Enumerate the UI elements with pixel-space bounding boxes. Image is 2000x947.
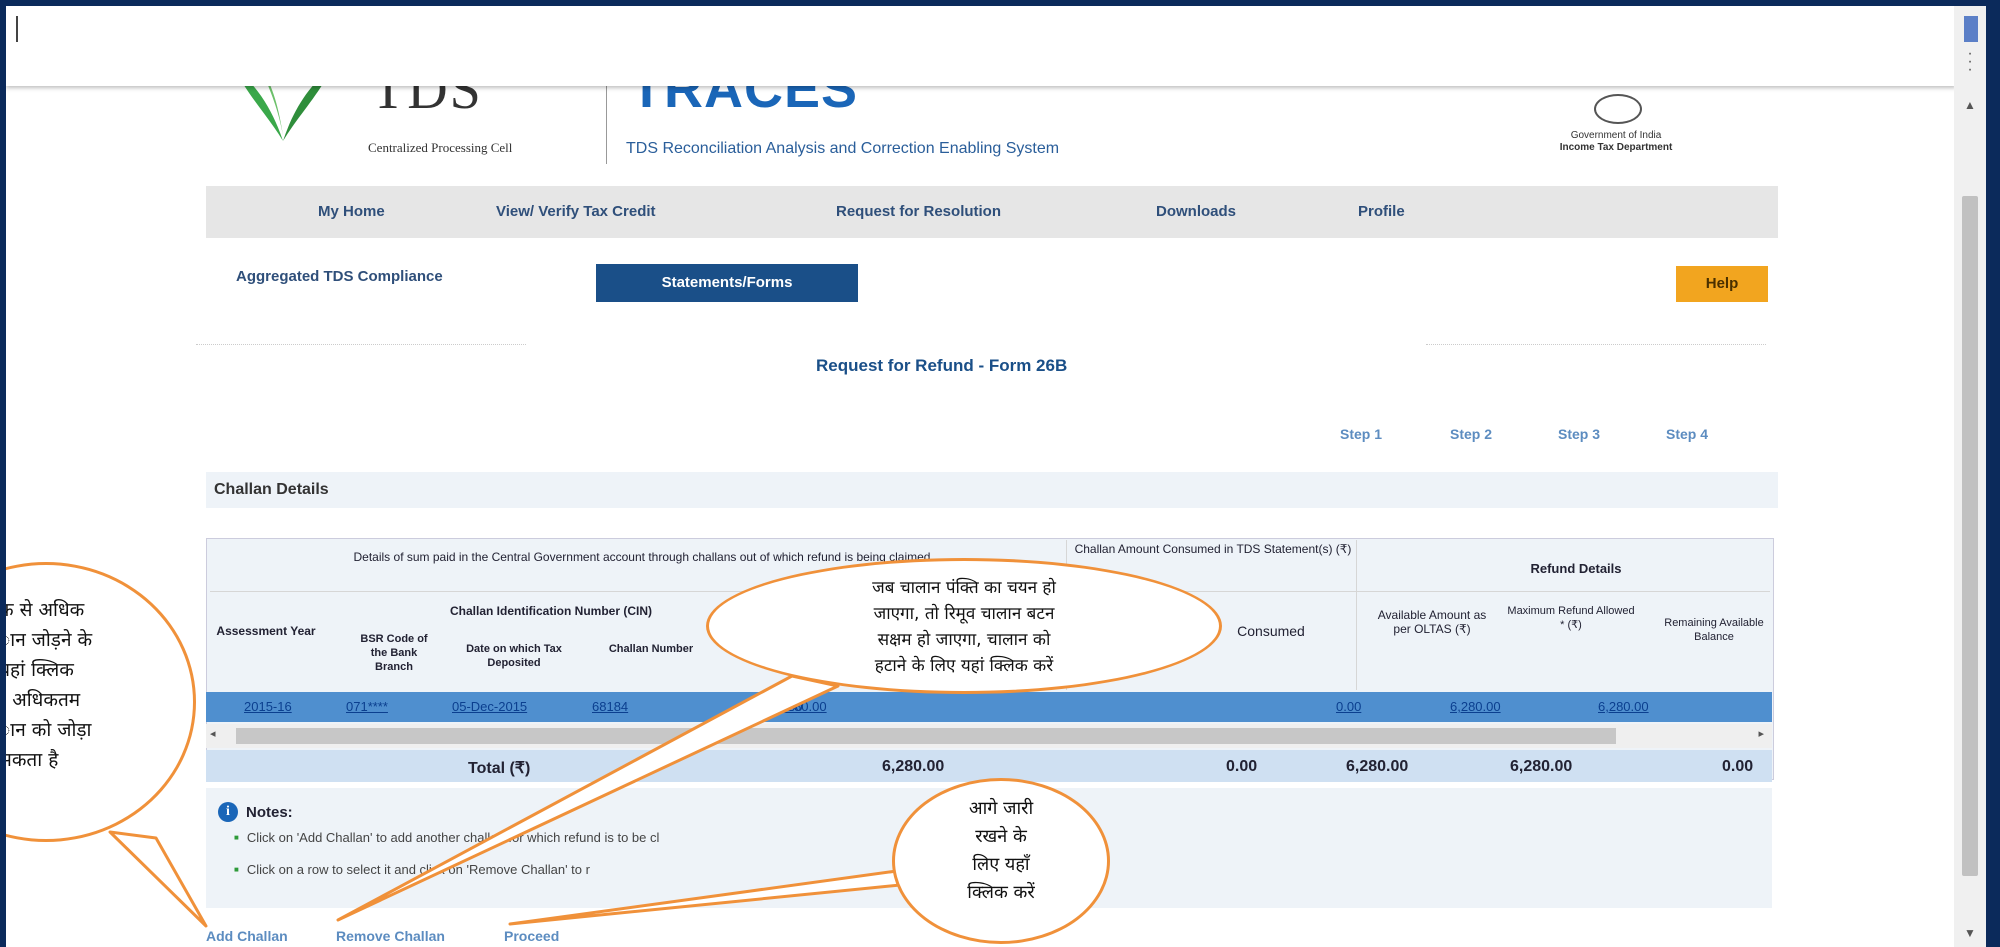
callout-line: जब चालान पंक्ति का चयन हो: [872, 578, 1056, 598]
add-challan-callout: क से अधिक ान जोड़ने के यहां क्लिक । अधिक…: [6, 562, 196, 842]
main-nav: My Home View/ Verify Tax Credit Request …: [206, 186, 1778, 238]
callout-line: सकता है: [6, 749, 59, 771]
scrollbar-thumb[interactable]: [1962, 196, 1978, 876]
total-amount: 6,280.00: [882, 758, 945, 775]
total-label: Total (₹): [468, 760, 531, 777]
total-maximum: 6,280.00: [1510, 758, 1573, 775]
header-remaining-balance: Remaining Available Balance: [1664, 617, 1764, 643]
step-1: Step 1: [1340, 426, 1383, 442]
scroll-indicator: [1964, 16, 1978, 42]
total-consumed: 0.00: [1226, 758, 1258, 775]
header-consumed-group: Challan Amount Consumed in TDS Statement…: [1074, 542, 1352, 556]
cell-challan-number[interactable]: 68184: [592, 699, 628, 714]
header-cin: Challan Identification Number (CIN): [449, 604, 652, 618]
header-date-deposited: Date on which Tax Deposited: [466, 643, 562, 669]
page-title: Request for Refund - Form 26B: [816, 356, 1068, 375]
scroll-down-icon[interactable]: ▼: [1954, 926, 1986, 940]
total-available: 6,280.00: [1346, 758, 1409, 775]
callout-line: क्लिक करें: [967, 882, 1035, 903]
step-2: Step 2: [1450, 426, 1493, 442]
proceed-callout: आगे जारी रखने के लिए यहाँ क्लिक करें: [892, 778, 1110, 944]
callout-line: ान को जोड़ा: [6, 719, 92, 741]
help-button[interactable]: Help: [1676, 266, 1768, 302]
more-icon[interactable]: · · ·: [1954, 46, 1986, 78]
address-bar[interactable]: [6, 6, 1956, 86]
callout-line: क से अधिक: [6, 599, 85, 621]
callout-line: रखने के: [975, 826, 1027, 847]
tab-aggregated-tds-compliance[interactable]: Aggregated TDS Compliance: [236, 268, 443, 285]
callout-line: आगे जारी: [968, 798, 1034, 819]
divider: [1356, 540, 1357, 690]
callout-line: हटाने के लिए यहां क्लिक करें: [874, 656, 1054, 676]
note-remove-challan: Click on a row to select it and click on…: [234, 862, 590, 877]
notes-title: Notes:: [246, 804, 293, 821]
total-row: Total (₹) 6,280.00 0.00 6,280.00 6,280.0…: [206, 750, 1772, 782]
nav-request-for-resolution[interactable]: Request for Resolution: [836, 203, 1001, 220]
step-3: Step 3: [1558, 426, 1601, 442]
scroll-up-icon[interactable]: ▲: [1954, 98, 1986, 112]
header-available-oltas: Available Amount as per OLTAS (₹): [1377, 608, 1487, 636]
emblem-icon: [1594, 94, 1642, 124]
callout-line: यहां क्लिक: [6, 659, 74, 681]
nav-downloads[interactable]: Downloads: [1156, 203, 1236, 220]
nav-profile[interactable]: Profile: [1358, 203, 1405, 220]
tab-statements-forms[interactable]: Statements/Forms: [596, 264, 858, 302]
traces-subtitle: TDS Reconciliation Analysis and Correcti…: [626, 140, 1060, 157]
browser-window: · · · ▲ ▼ TDS Centralized Processing Cell …: [6, 6, 1986, 947]
horizontal-scrollbar[interactable]: ◂ ▸: [206, 724, 1772, 748]
divider: [1426, 344, 1766, 346]
vertical-scrollbar[interactable]: · · · ▲ ▼: [1954, 6, 1986, 947]
header-bsr-code: BSR Code of the Bank Branch: [360, 633, 428, 673]
cell-assessment-year[interactable]: 2015-16: [244, 699, 292, 714]
total-remaining: 0.00: [1722, 758, 1754, 775]
header-maximum-refund: Maximum Refund Allowed * (₹): [1507, 605, 1635, 631]
callout-line: जाएगा, तो रिमूव चालान बटन: [873, 604, 1055, 624]
cell-date[interactable]: 05-Dec-2015: [452, 699, 527, 714]
callout-line: ान जोड़ने के: [6, 629, 93, 651]
cell-available[interactable]: 6,280.00: [1450, 699, 1501, 714]
header-refund-details: Refund Details: [1530, 561, 1622, 576]
scroll-left-icon[interactable]: ◂: [210, 727, 216, 740]
header-assessment-year: Assessment Year: [216, 624, 316, 638]
header-consumed: Consumed: [1237, 623, 1305, 639]
header-challan-number: Challan Number: [608, 643, 694, 655]
callout-line: सक्षम हो जाएगा, चालान को: [877, 630, 1051, 650]
cell-maximum[interactable]: 6,280.00: [1598, 699, 1649, 714]
tds-subtitle: Centralized Processing Cell: [368, 140, 513, 155]
gov-line-2: Income Tax Department: [1559, 142, 1673, 153]
cell-bsr[interactable]: 071****: [346, 699, 388, 714]
section-title: Challan Details: [214, 481, 329, 498]
section-header: Challan Details: [206, 472, 1778, 508]
divider: [196, 344, 526, 346]
text-cursor: [16, 16, 18, 42]
info-icon: i: [218, 802, 238, 822]
step-4: Step 4: [1666, 426, 1709, 442]
cell-amount[interactable]: 6,280.00: [776, 699, 827, 714]
add-challan-button[interactable]: Add Challan: [206, 928, 288, 944]
scrollbar-thumb[interactable]: [236, 728, 1616, 744]
proceed-button[interactable]: Proceed: [504, 928, 559, 944]
remove-challan-button[interactable]: Remove Challan: [336, 928, 445, 944]
callout-line: । अधिकतम: [6, 689, 81, 711]
nav-view-verify-tax-credit[interactable]: View/ Verify Tax Credit: [496, 203, 656, 220]
gov-logo-text: Government of India Income Tax Departmen…: [1541, 130, 1691, 154]
gov-line-1: Government of India: [1570, 130, 1662, 141]
nav-my-home[interactable]: My Home: [318, 203, 385, 220]
table-row[interactable]: 2015-16 071**** 05-Dec-2015 68184 6,280.…: [206, 692, 1772, 722]
note-add-challan: Click on 'Add Challan' to add another ch…: [234, 830, 660, 845]
remove-challan-callout: जब चालान पंक्ति का चयन हो जाएगा, तो रिमू…: [706, 558, 1222, 694]
scroll-right-icon[interactable]: ▸: [1758, 727, 1764, 740]
cell-consumed[interactable]: 0.00: [1336, 699, 1361, 714]
callout-line: लिए यहाँ: [972, 854, 1030, 875]
